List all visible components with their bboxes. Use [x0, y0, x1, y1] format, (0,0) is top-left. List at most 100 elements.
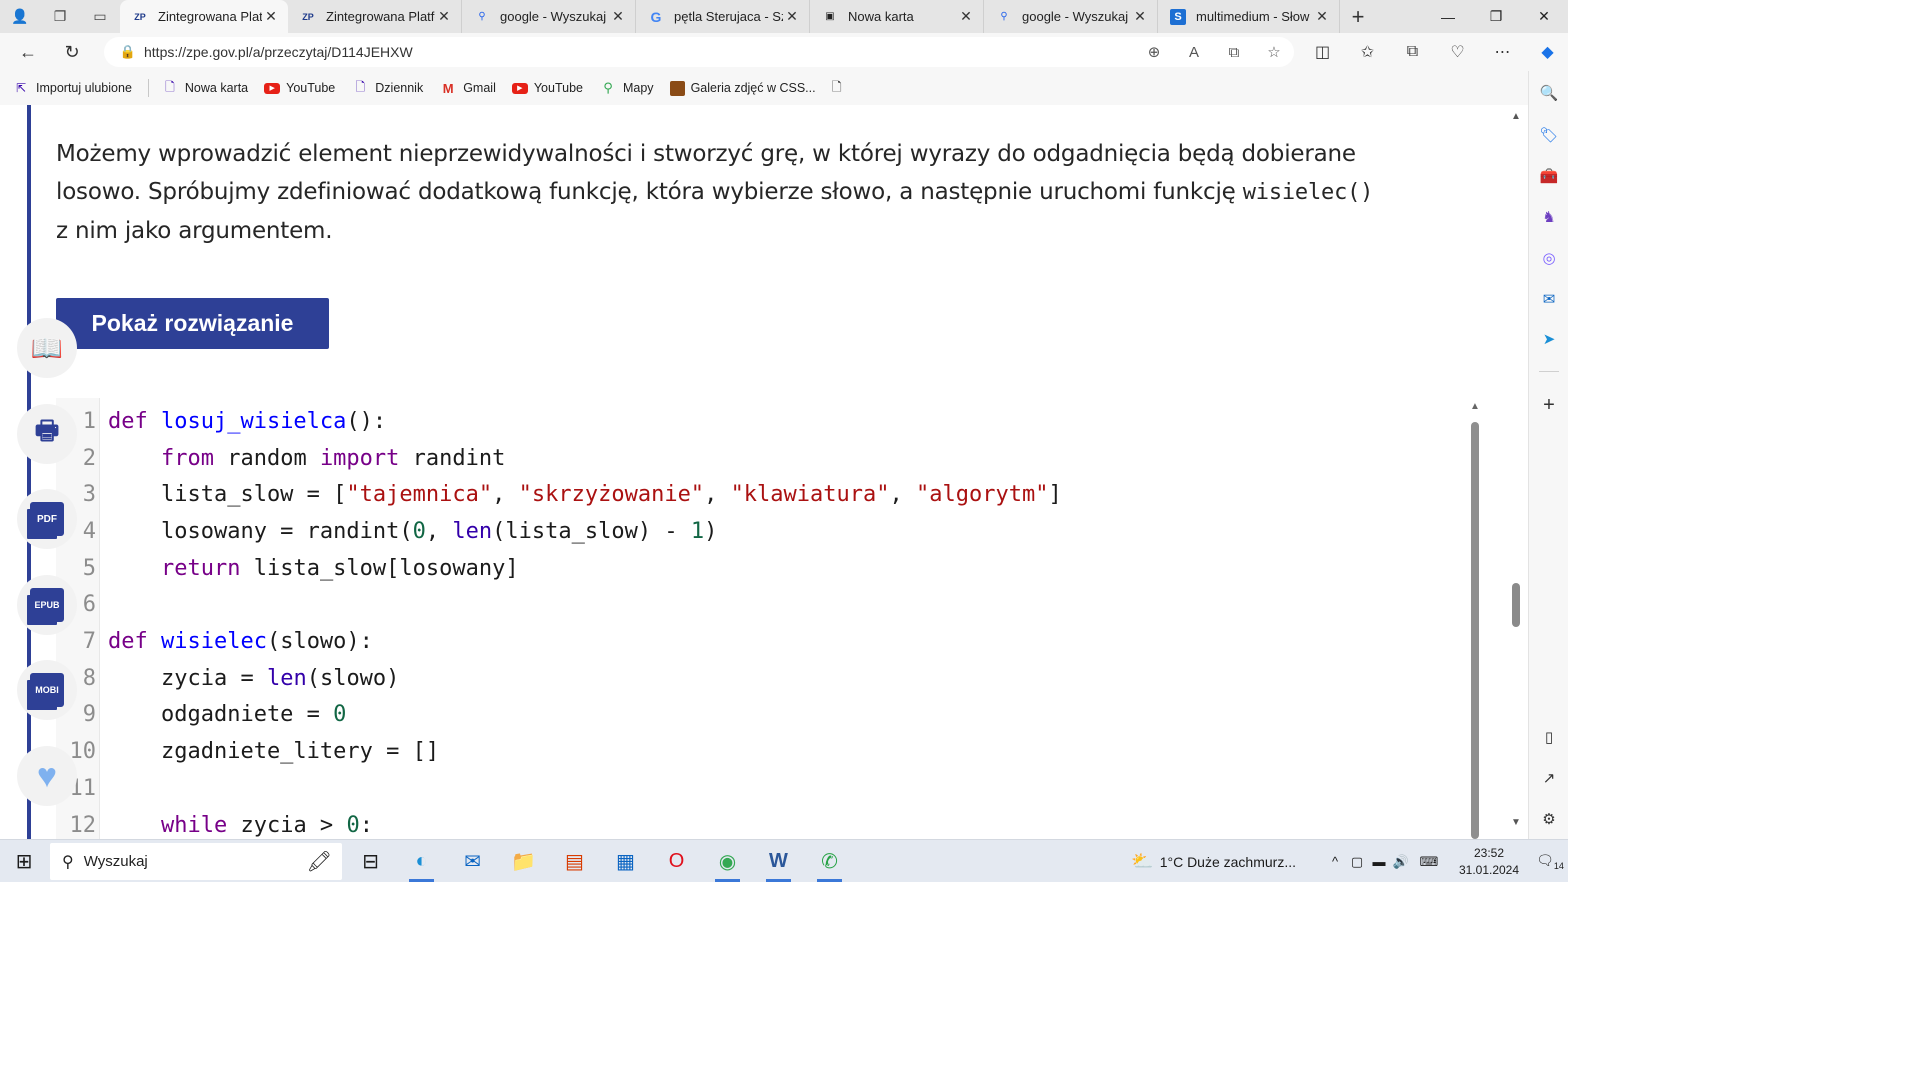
minimize-button[interactable]: — — [1424, 0, 1472, 33]
battery-icon[interactable]: ▬ — [1368, 854, 1390, 869]
close-tab-icon[interactable]: ✕ — [957, 8, 975, 25]
weather-icon[interactable]: ⛅ — [1131, 851, 1153, 872]
more-menu-icon[interactable]: ⋯ — [1480, 42, 1525, 62]
page-scroll-up-icon[interactable]: ▲ — [1511, 111, 1521, 122]
bookmark-item[interactable]: 🗋 Nowa karta — [161, 80, 248, 96]
windows-start-icon[interactable]: ⊞ — [0, 840, 48, 882]
close-tab-icon[interactable]: ✕ — [262, 8, 280, 25]
youtube-icon: ▶ — [264, 82, 281, 94]
workspaces-icon[interactable]: ❐ — [40, 0, 80, 33]
chrome-app-icon[interactable]: ◉ — [702, 840, 753, 882]
code-token: "klawiatura" — [730, 482, 890, 508]
vertical-tabs-icon[interactable]: ▭ — [80, 0, 120, 33]
show-solution-button[interactable]: Pokaż rozwiązanie — [56, 298, 329, 349]
sidebar-toggle-icon[interactable]: ▯ — [1529, 725, 1568, 749]
favorite-button[interactable]: ♥ — [17, 746, 77, 806]
performance-icon[interactable]: ♡ — [1435, 42, 1480, 62]
shopping-icon[interactable]: 🏷 — [1529, 123, 1568, 147]
print-button[interactable]: 🖶 — [17, 404, 77, 464]
page-scroll-thumb[interactable] — [1512, 583, 1520, 627]
app-available-icon[interactable]: ⧉ — [1214, 44, 1254, 61]
code-scrollbar[interactable]: ▲ — [1469, 398, 1483, 839]
store-app-icon[interactable]: ▦ — [600, 840, 651, 882]
bookmark-item[interactable]: ⚲ Mapy — [599, 80, 653, 96]
settings-gear-icon[interactable]: ⚙ — [1529, 807, 1568, 831]
refresh-button[interactable]: ↻ — [50, 33, 94, 71]
bookmark-item[interactable]: ⇱ Importuj ulubione — [12, 80, 132, 96]
collections-icon[interactable]: ⧉ — [1390, 43, 1435, 61]
edge-app-icon[interactable]: ◐ — [396, 840, 447, 882]
favorite-star-icon[interactable]: ☆ — [1254, 43, 1294, 61]
bookmark-item[interactable]: 🗋 Dziennik — [351, 80, 423, 96]
keyboard-icon[interactable]: ⌨ — [1412, 854, 1446, 870]
line-number: 12 — [69, 812, 97, 838]
opera-app-icon[interactable]: O — [651, 840, 702, 882]
meet-icon[interactable]: ▢ — [1346, 854, 1368, 870]
browser-tab[interactable]: ⚲ google - Wyszukaj ✕ — [462, 0, 636, 33]
copilot-icon[interactable]: ◆ — [1525, 42, 1568, 62]
add-sidebar-app-icon[interactable]: + — [1529, 393, 1568, 417]
bookmark-item[interactable]: M Gmail — [439, 80, 496, 96]
close-tab-icon[interactable]: ✕ — [1313, 8, 1331, 25]
zoom-icon[interactable]: ⊕ — [1134, 43, 1174, 61]
pdf-button[interactable]: PDF — [17, 489, 77, 549]
tools-icon[interactable]: 🧰 — [1529, 164, 1568, 188]
tray-chevron-icon[interactable]: ^ — [1324, 854, 1346, 869]
close-tab-icon[interactable]: ✕ — [783, 8, 801, 25]
browser-tab[interactable]: ZP Zintegrowana Platfo✕ — [120, 0, 288, 33]
games-icon[interactable]: ♞ — [1529, 205, 1568, 229]
page-scrollbar[interactable]: ▲ ▼ — [1506, 105, 1528, 839]
close-tab-icon[interactable]: ✕ — [1131, 8, 1149, 25]
browser-tab[interactable]: Gpętla Sterujaca - Szu ✕ — [636, 0, 810, 33]
office-app-icon[interactable]: ▤ — [549, 840, 600, 882]
close-tab-icon[interactable]: ✕ — [609, 8, 627, 25]
browser-tab[interactable]: Smultimedium - Słow ✕ — [1158, 0, 1340, 33]
url-text[interactable]: https://zpe.gov.pl/a/przeczytaj/D114JEHX… — [144, 44, 1134, 60]
read-aloud-icon[interactable]: A — [1174, 44, 1214, 61]
microsoft-365-icon[interactable]: ◎ — [1529, 246, 1568, 270]
bookmark-item[interactable]: Galeria zdjęć w CSS... — [669, 80, 816, 96]
code-scroll-thumb[interactable] — [1471, 422, 1479, 839]
profile-icon[interactable]: 👤 — [0, 0, 40, 33]
browser-tab[interactable]: ▣ Nowa karta ✕ — [810, 0, 984, 33]
code-token: ) — [704, 518, 718, 544]
notification-center-icon[interactable]: 🗨14 — [1532, 852, 1568, 871]
volume-icon[interactable]: 🔊 — [1390, 854, 1412, 870]
page-scroll-down-icon[interactable]: ▼ — [1511, 817, 1521, 828]
lock-icon[interactable]: 🔒 — [112, 44, 144, 60]
split-screen-icon[interactable]: ◫ — [1300, 42, 1345, 62]
word-app-icon[interactable]: W — [753, 840, 804, 882]
restore-button[interactable]: ❐ — [1472, 0, 1520, 33]
file-explorer-icon[interactable]: 📁 — [498, 840, 549, 882]
favorites-icon[interactable]: ✩ — [1345, 42, 1390, 62]
close-window-button[interactable]: ✕ — [1520, 0, 1568, 33]
new-tab-button[interactable]: + — [1340, 0, 1376, 33]
scroll-up-arrow-icon[interactable]: ▲ — [1470, 401, 1480, 412]
taskbar-search[interactable]: ⚲ Wyszukaj 🖍 — [50, 843, 342, 880]
back-button[interactable]: ← — [6, 33, 50, 71]
open-external-icon[interactable]: ↗ — [1529, 766, 1568, 790]
mobi-button[interactable]: MOBI — [17, 660, 77, 720]
mail-app-icon[interactable]: ✉ — [447, 840, 498, 882]
reader-button[interactable]: 📖 — [17, 318, 77, 378]
browser-tab[interactable]: ZP Zintegrowana Platfo✕ — [288, 0, 462, 33]
code-source: odgadniete = 0 — [108, 702, 346, 727]
clock[interactable]: 23:52 31.01.2024 — [1446, 845, 1532, 879]
browser-tab[interactable]: ⚲ google - Wyszukaj ✕ — [984, 0, 1158, 33]
weather-text[interactable]: 1°C Duże zachmurz... — [1160, 854, 1296, 870]
outlook-icon[interactable]: ✉ — [1529, 287, 1568, 311]
send-icon[interactable]: ➤ — [1529, 327, 1568, 351]
bookmark-item[interactable]: ▶ YouTube — [511, 81, 583, 95]
epub-button[interactable]: EPUB — [17, 575, 77, 635]
code-token: "tajemnica" — [346, 482, 493, 508]
code-token: "algorytm" — [916, 482, 1049, 508]
code-block[interactable]: 1 def losuj_wisielca(): 2 from random impo… — [56, 398, 1486, 839]
search-icon[interactable]: 🔍 — [1529, 81, 1568, 105]
other-favorites-icon[interactable]: 🗋 — [832, 78, 842, 99]
bookmark-label: Importuj ulubione — [36, 81, 132, 95]
close-tab-icon[interactable]: ✕ — [435, 8, 453, 25]
task-view-icon[interactable]: ⊟ — [345, 840, 396, 882]
bookmark-item[interactable]: ▶ YouTube — [264, 81, 335, 95]
whatsapp-app-icon[interactable]: ✆ — [804, 840, 855, 882]
address-bar[interactable]: 🔒 https://zpe.gov.pl/a/przeczytaj/D114JE… — [104, 37, 1294, 67]
